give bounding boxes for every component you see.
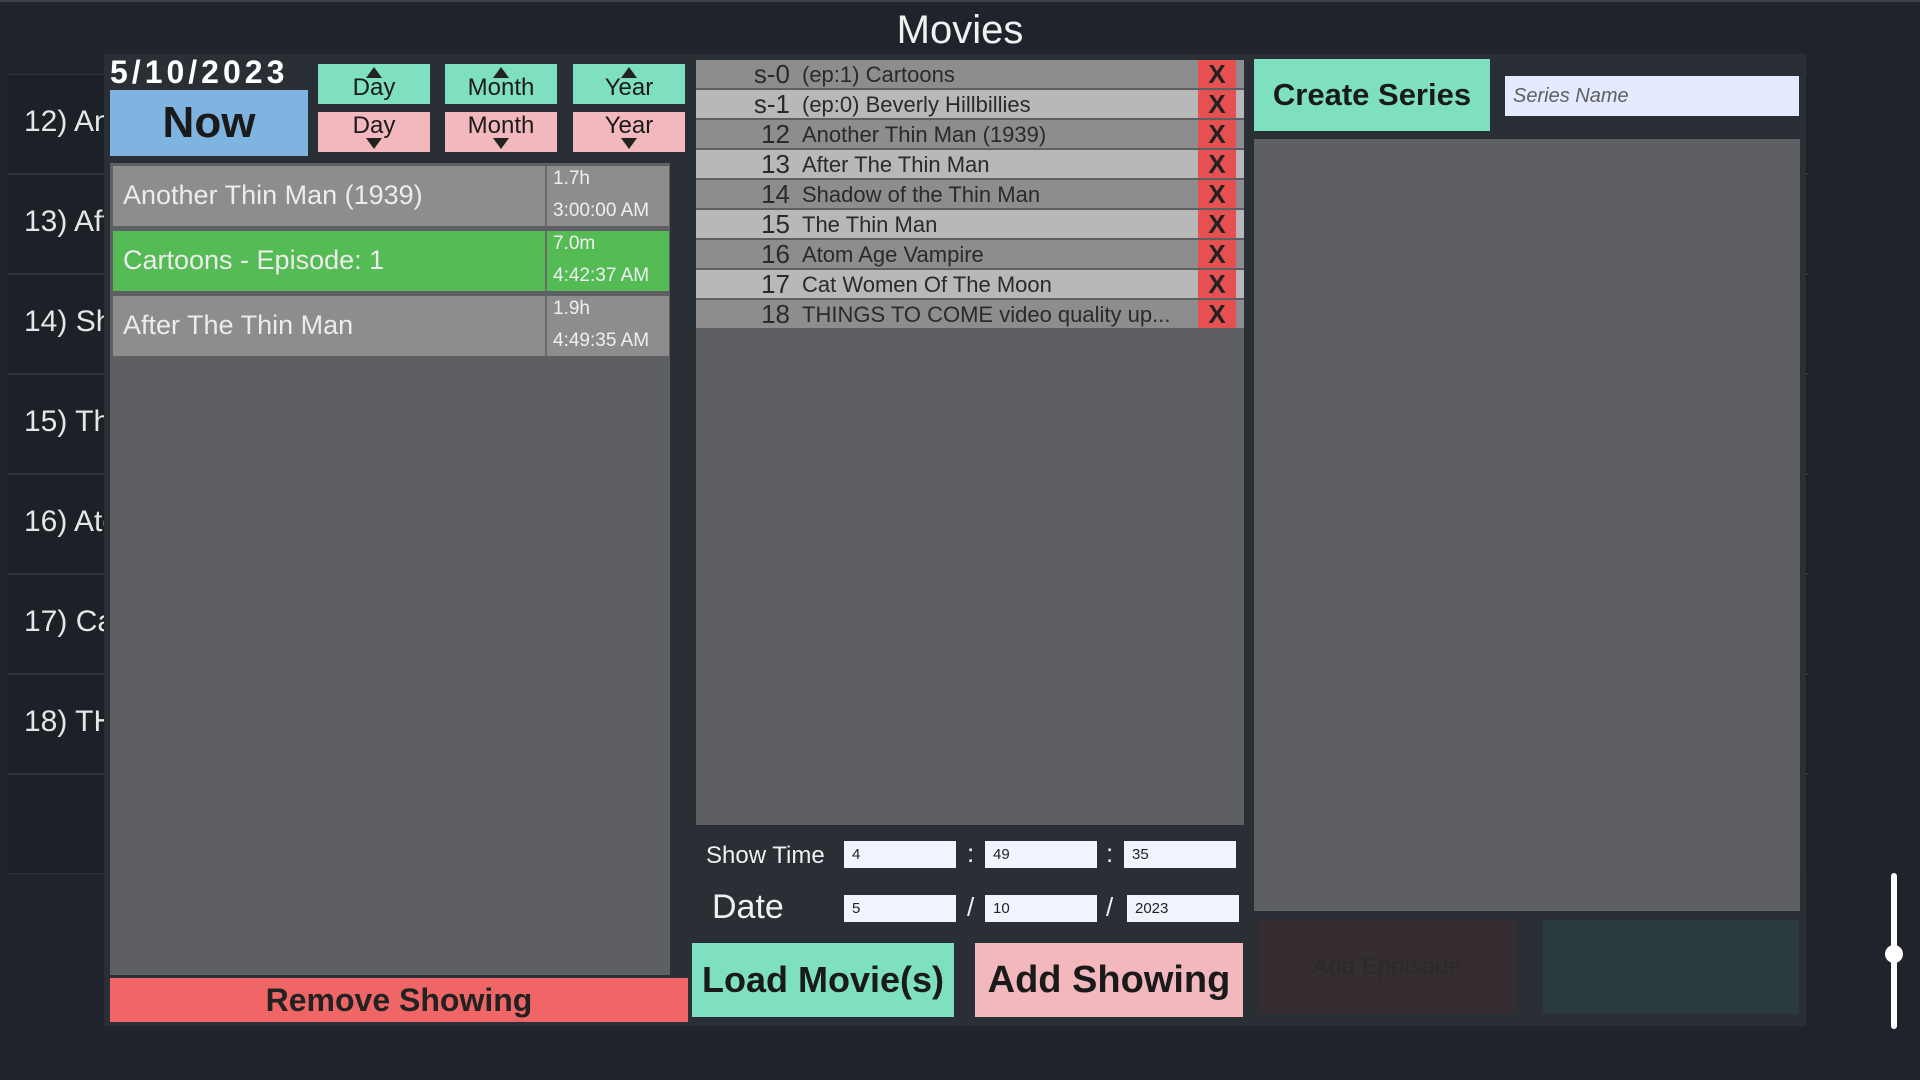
time-separator: : <box>967 838 975 868</box>
movie-name: THINGS TO COME video quality up... <box>802 302 1171 327</box>
load-movies-button[interactable]: Load Movie(s) <box>692 943 954 1017</box>
app-title: Movies <box>896 8 1024 52</box>
date-label: Date <box>712 888 784 926</box>
background-row-label: 14) Sh <box>24 305 113 338</box>
remove-episode-button[interactable]: Remove Episode <box>1543 920 1799 1014</box>
year-up-button[interactable]: Year <box>573 64 685 104</box>
arrow-down-icon <box>366 138 382 149</box>
background-row-label: 18) TH <box>24 705 116 738</box>
date-day-input[interactable] <box>985 895 1097 922</box>
movie-id: 12 <box>761 119 790 149</box>
movie-id: 18 <box>761 299 790 329</box>
movie-id: 15 <box>761 209 790 239</box>
month-down-label: Month <box>467 112 535 139</box>
delete-movie-button[interactable]: X <box>1198 239 1236 269</box>
arrow-down-icon <box>621 138 637 149</box>
delete-movie-button[interactable]: X <box>1198 59 1236 89</box>
movie-id: 17 <box>761 269 790 299</box>
delete-movie-button[interactable]: X <box>1198 149 1236 179</box>
movie-name: The Thin Man <box>802 212 938 237</box>
movie-row[interactable]: 18 THINGS TO COME video quality up... X <box>696 299 1244 329</box>
showing-meta: 1.9h 4:49:35 AM <box>545 296 671 356</box>
delete-movie-button[interactable]: X <box>1198 119 1236 149</box>
movie-row[interactable]: 14 Shadow of the Thin Man X <box>696 179 1244 209</box>
remove-showing-button[interactable]: Remove Showing <box>110 978 688 1022</box>
showing-duration: 7.0m <box>553 233 596 254</box>
month-up-label: Month <box>467 74 535 101</box>
showing-item[interactable]: Another Thin Man (1939) 1.7h 3:00:00 AM <box>113 166 669 226</box>
show-time-label: Show Time <box>706 842 825 869</box>
background-row-label: 17) Ca <box>24 605 115 638</box>
showings-list[interactable]: Another Thin Man (1939) 1.7h 3:00:00 AM Car… <box>110 163 670 975</box>
showing-start-time: 4:42:37 AM <box>553 265 650 286</box>
day-up-button[interactable]: Day <box>318 64 430 104</box>
current-date: 5/10/2023 <box>110 54 289 90</box>
delete-movie-button[interactable]: X <box>1198 299 1236 329</box>
movie-name: Shadow of the Thin Man <box>802 182 1041 207</box>
series-name-input[interactable] <box>1505 76 1799 116</box>
showing-title: Another Thin Man (1939) <box>123 180 423 210</box>
date-separator: / <box>967 892 975 922</box>
year-down-label: Year <box>604 112 654 139</box>
movie-name: After The Thin Man <box>802 152 990 177</box>
movie-name: (ep:0) Beverly Hillbillies <box>802 92 1031 117</box>
date-month-input[interactable] <box>844 895 956 922</box>
now-button[interactable]: Now <box>110 90 308 156</box>
background-row-label: 13) Aft <box>24 205 111 238</box>
movie-row[interactable]: 15 The Thin Man X <box>696 209 1244 239</box>
showing-title: Cartoons - Episode: 1 <box>123 245 385 275</box>
movie-id: s-1 <box>753 89 790 119</box>
zoom-slider-handle[interactable] <box>1885 945 1903 963</box>
delete-movie-button[interactable]: X <box>1198 179 1236 209</box>
create-series-button[interactable]: Create Series <box>1254 59 1490 131</box>
showing-meta: 1.7h 3:00:00 AM <box>545 166 671 226</box>
delete-movie-button[interactable]: X <box>1198 89 1236 119</box>
show-time-hour-input[interactable] <box>844 841 956 868</box>
delete-movie-button[interactable]: X <box>1198 209 1236 239</box>
time-separator: : <box>1106 838 1114 868</box>
background-row-label: 15) Th <box>24 405 111 438</box>
showing-duration: 1.7h <box>553 168 590 189</box>
date-separator: / <box>1106 892 1114 922</box>
movie-id: 16 <box>761 239 790 269</box>
showing-item[interactable]: Cartoons - Episode: 1 7.0m 4:42:37 AM <box>113 231 669 291</box>
day-down-label: Day <box>352 112 396 139</box>
background-row-label: 12) An <box>24 105 111 138</box>
series-episode-panel[interactable] <box>1254 139 1800 911</box>
year-down-button[interactable]: Year <box>573 112 685 152</box>
show-time-second-input[interactable] <box>1124 841 1236 868</box>
movie-name: Cat Women Of The Moon <box>802 272 1052 297</box>
add-episode-button[interactable]: Add Eppisode <box>1259 920 1515 1014</box>
arrow-down-icon <box>493 138 509 149</box>
movie-id: s-0 <box>753 59 790 89</box>
month-up-button[interactable]: Month <box>445 64 557 104</box>
month-down-button[interactable]: Month <box>445 112 557 152</box>
showing-title: After The Thin Man <box>123 310 354 340</box>
movie-name: (ep:1) Cartoons <box>802 62 955 87</box>
movie-row[interactable]: s-0 (ep:1) Cartoons X <box>696 59 1244 89</box>
movie-library-list[interactable]: s-0 (ep:1) Cartoons Xs-1 (ep:0) Beverly Hil… <box>696 59 1244 825</box>
day-up-label: Day <box>352 74 396 101</box>
movie-name: Another Thin Man (1939) <box>802 122 1047 147</box>
movie-row[interactable]: s-1 (ep:0) Beverly Hillbillies X <box>696 89 1244 119</box>
movie-name: Atom Age Vampire <box>802 242 984 267</box>
add-showing-button[interactable]: Add Showing <box>975 943 1243 1017</box>
day-down-button[interactable]: Day <box>318 112 430 152</box>
date-year-input[interactable] <box>1127 895 1239 922</box>
showing-start-time: 3:00:00 AM <box>553 200 650 221</box>
show-time-minute-input[interactable] <box>985 841 1097 868</box>
movie-row[interactable]: 16 Atom Age Vampire X <box>696 239 1244 269</box>
showing-meta: 7.0m 4:42:37 AM <box>545 231 671 291</box>
showing-item[interactable]: After The Thin Man 1.9h 4:49:35 AM <box>113 296 669 356</box>
showing-start-time: 4:49:35 AM <box>553 330 650 351</box>
year-up-label: Year <box>604 74 654 101</box>
delete-movie-button[interactable]: X <box>1198 269 1236 299</box>
showing-duration: 1.9h <box>553 298 590 319</box>
movie-row[interactable]: 13 After The Thin Man X <box>696 149 1244 179</box>
movie-row[interactable]: 12 Another Thin Man (1939) X <box>696 119 1244 149</box>
movie-id: 14 <box>761 179 790 209</box>
movie-id: 13 <box>761 149 790 179</box>
movie-row[interactable]: 17 Cat Women Of The Moon X <box>696 269 1244 299</box>
